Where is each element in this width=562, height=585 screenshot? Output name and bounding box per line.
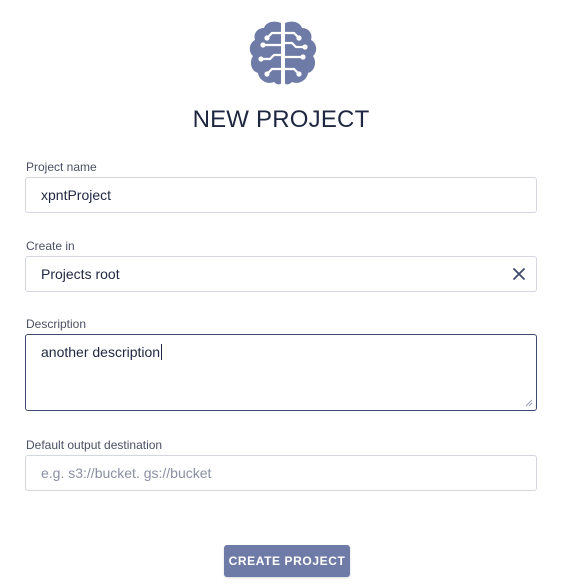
default-output-label: Default output destination bbox=[26, 438, 163, 452]
create-in-label: Create in bbox=[26, 239, 75, 253]
project-name-label: Project name bbox=[26, 160, 97, 174]
project-name-value: xpntProject bbox=[41, 187, 112, 203]
create-in-value: Projects root bbox=[41, 266, 120, 282]
page-title: NEW PROJECT bbox=[192, 106, 370, 133]
close-icon[interactable] bbox=[512, 267, 526, 281]
default-output-placeholder: e.g. s3://bucket. gs://bucket bbox=[41, 465, 212, 481]
create-in-select[interactable]: Projects root bbox=[25, 256, 537, 292]
brain-circuit-icon bbox=[249, 21, 317, 85]
description-textarea[interactable]: another description bbox=[25, 334, 537, 411]
description-label: Description bbox=[26, 317, 87, 331]
description-value: another description bbox=[41, 344, 161, 360]
project-name-field[interactable]: xpntProject bbox=[25, 177, 537, 213]
create-project-button[interactable]: CREATE PROJECT bbox=[224, 545, 350, 577]
text-caret bbox=[161, 344, 163, 360]
default-output-field[interactable]: e.g. s3://bucket. gs://bucket bbox=[25, 455, 537, 491]
resize-handle-icon[interactable] bbox=[525, 399, 533, 407]
